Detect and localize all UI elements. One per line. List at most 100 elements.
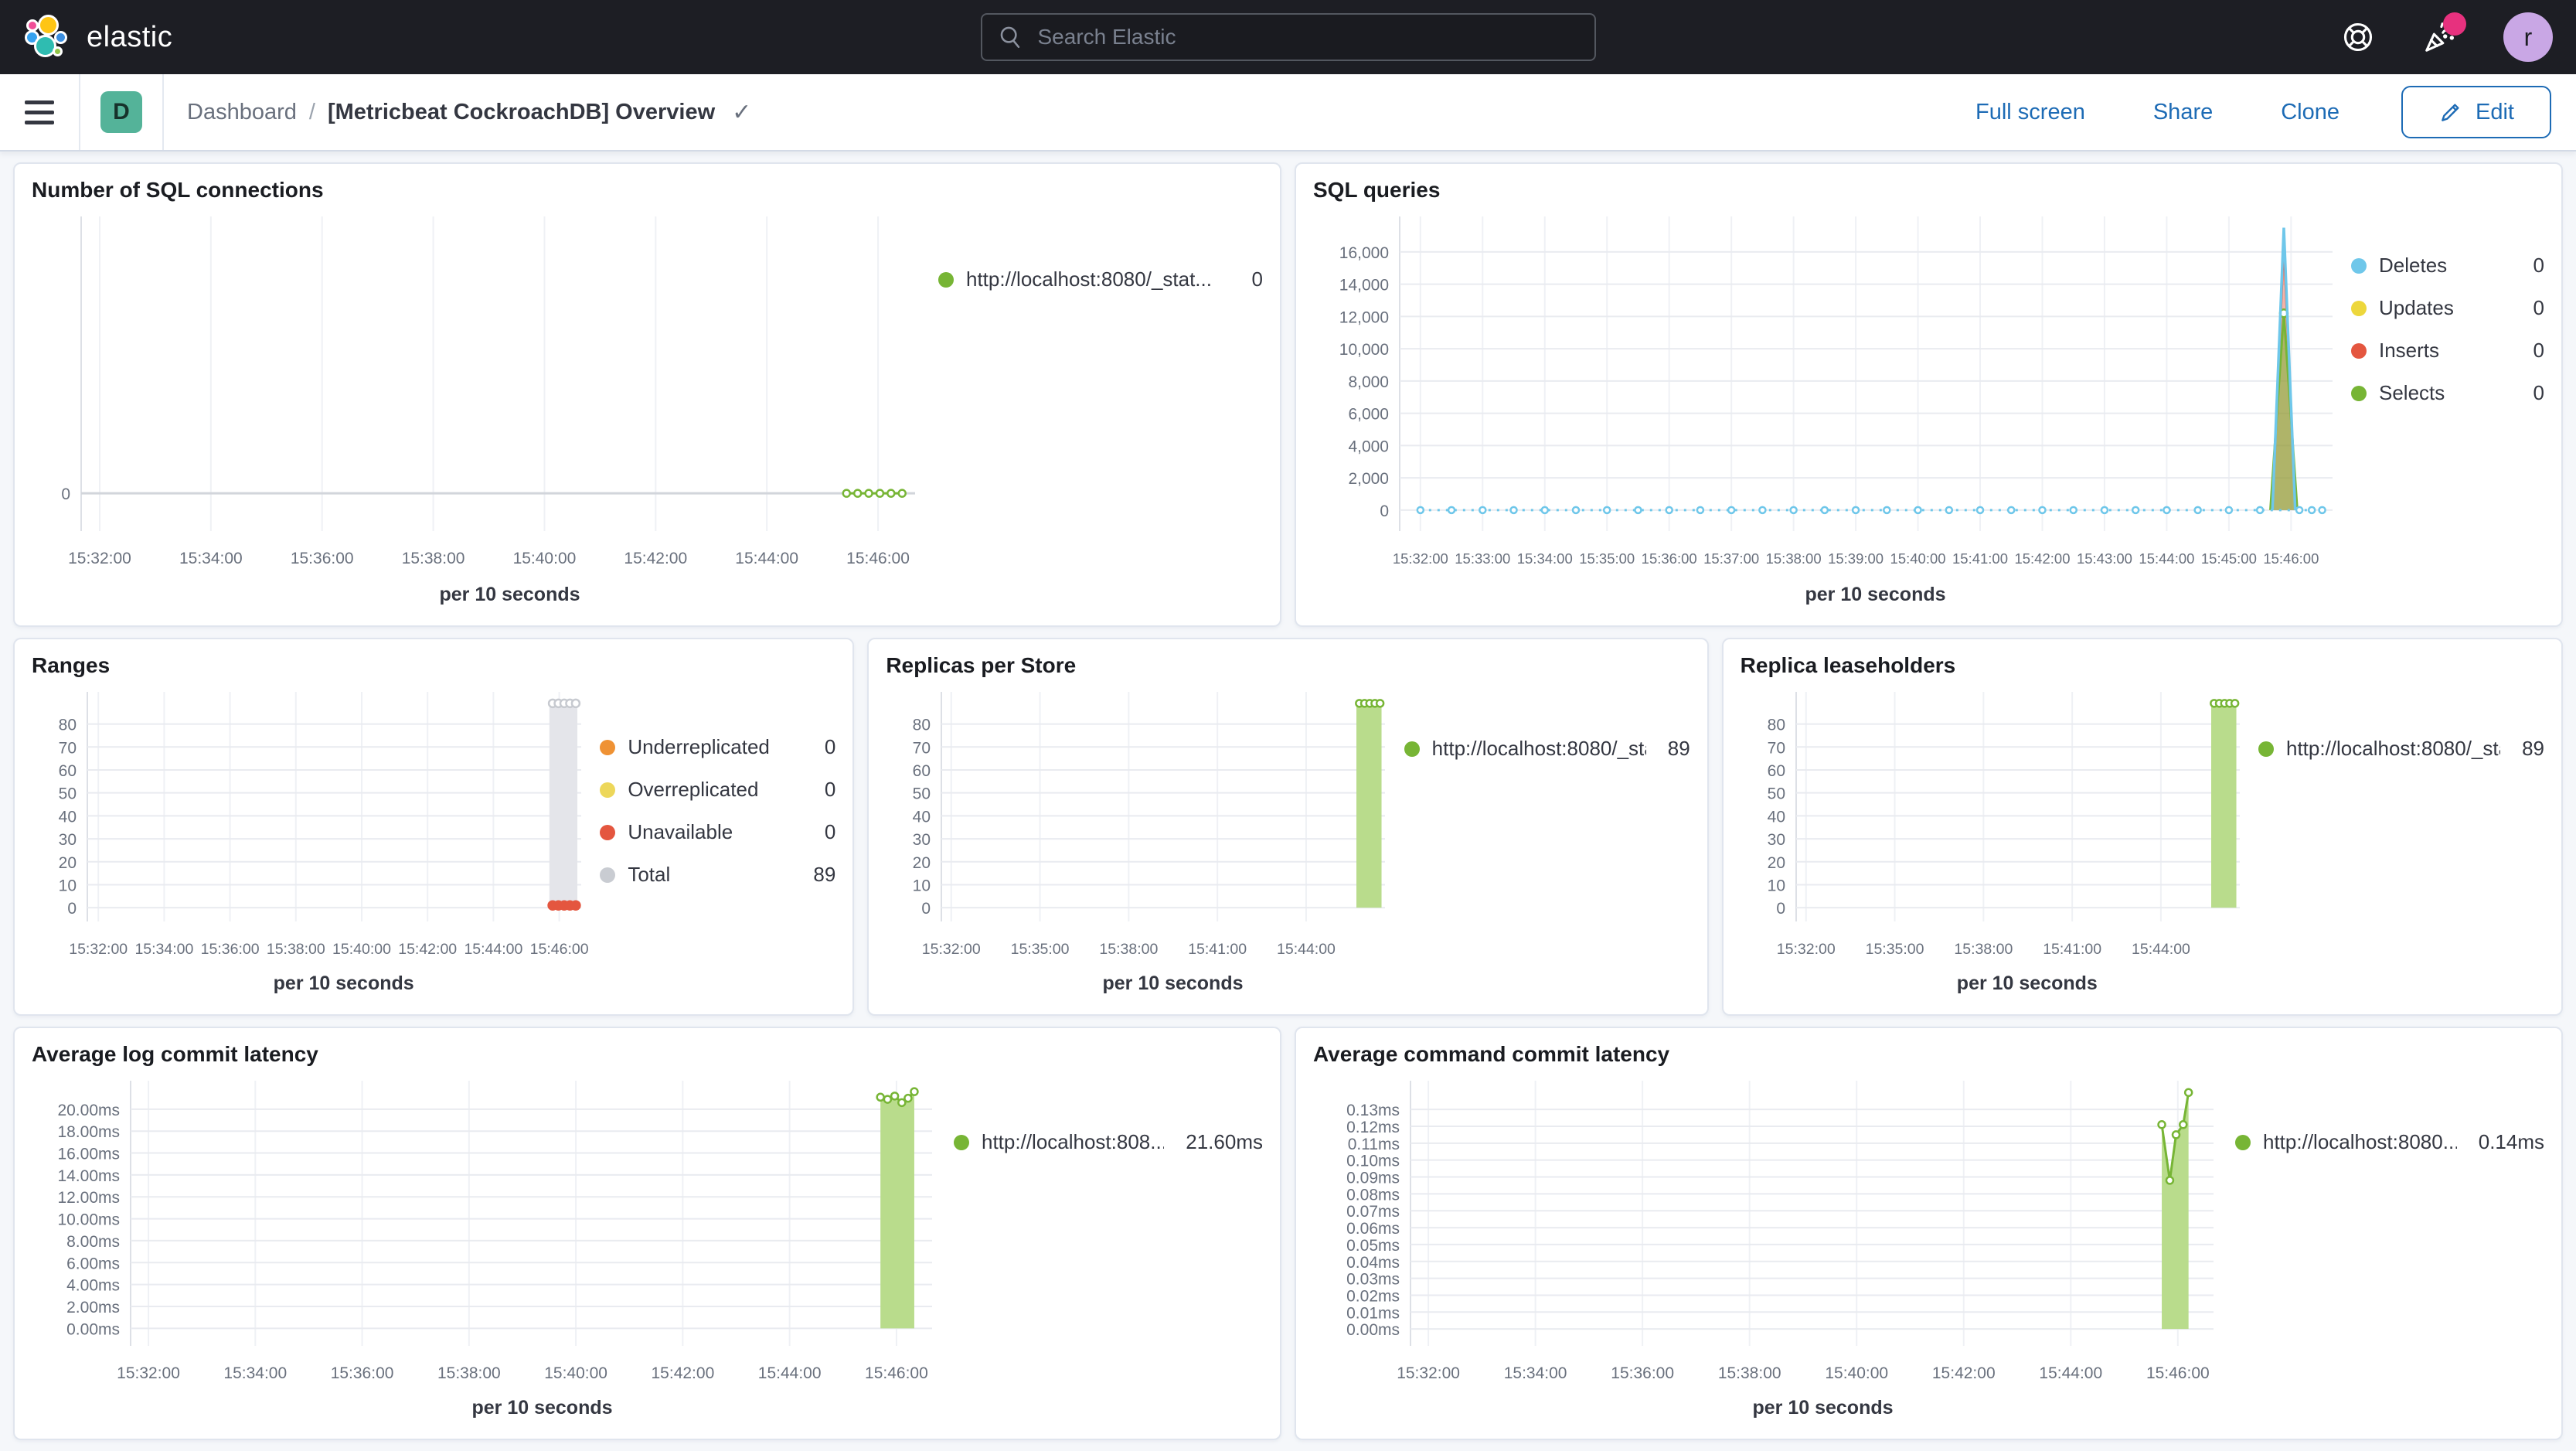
svg-text:15:38:00: 15:38:00 — [1718, 1364, 1781, 1382]
menu-icon[interactable] — [0, 74, 79, 150]
legend-label: Selects — [2379, 381, 2445, 404]
share-button[interactable]: Share — [2119, 100, 2247, 125]
elastic-logo[interactable]: elastic — [25, 15, 172, 60]
svg-text:60: 60 — [1767, 762, 1785, 780]
svg-text:10: 10 — [913, 877, 931, 894]
avatar[interactable]: r — [2503, 12, 2553, 62]
svg-text:15:34:00: 15:34:00 — [134, 941, 193, 958]
page-title: [Metricbeat CockroachDB] Overview — [327, 99, 716, 124]
svg-text:15:45:00: 15:45:00 — [2201, 550, 2257, 567]
svg-text:18.00ms: 18.00ms — [57, 1123, 120, 1141]
svg-text:60: 60 — [59, 762, 77, 780]
legend-item[interactable]: Updates 0 — [2351, 296, 2544, 320]
edit-button-label: Edit — [2476, 99, 2514, 124]
svg-text:15:32:00: 15:32:00 — [68, 550, 131, 567]
svg-text:16.00ms: 16.00ms — [57, 1146, 120, 1163]
clone-button[interactable]: Clone — [2247, 100, 2374, 125]
legend-value: 89 — [2522, 737, 2544, 760]
svg-text:6,000: 6,000 — [1348, 406, 1389, 424]
svg-text:40: 40 — [913, 808, 931, 826]
series-color-dot — [600, 824, 616, 840]
legend-value: 0 — [824, 778, 836, 801]
edit-button[interactable]: Edit — [2401, 86, 2551, 138]
svg-text:15:44:00: 15:44:00 — [2039, 1364, 2102, 1382]
legend-item[interactable]: http://localhost:8080/_sta... 89 — [2258, 737, 2544, 761]
legend-item[interactable]: Unavailable 0 — [600, 820, 835, 844]
legend-label: Underreplicated — [628, 735, 770, 758]
dashboard-app-badge: D — [100, 91, 142, 133]
legend-item[interactable]: http://localhost:808... 21.60ms — [954, 1130, 1263, 1154]
panel-average-log-commit-latency: Average log commit latency 15:32:00 15:34… — [13, 1027, 1281, 1440]
legend-item[interactable]: Deletes 0 — [2351, 254, 2544, 278]
legend-item[interactable]: Selects 0 — [2351, 381, 2544, 405]
chart-canvas[interactable]: 15:32:00 15:35:00 15:38:00 15:41:00 15:44:00… — [1741, 681, 2258, 972]
legend-label: Total — [628, 863, 671, 886]
svg-text:15:33:00: 15:33:00 — [1455, 550, 1510, 567]
svg-text:0.06ms: 0.06ms — [1346, 1220, 1400, 1238]
breadcrumb-dashboard-link[interactable]: Dashboard — [187, 100, 297, 125]
chart-canvas[interactable]: 15:32:00 15:33:00 15:34:00 15:35:00 15:36:00… — [1313, 206, 2351, 584]
search-input[interactable]: Search Elastic — [980, 13, 1596, 61]
legend-item[interactable]: Inserts 0 — [2351, 339, 2544, 363]
svg-text:15:35:00: 15:35:00 — [1865, 941, 1924, 958]
svg-text:15:39:00: 15:39:00 — [1828, 550, 1884, 567]
svg-text:15:32:00: 15:32:00 — [69, 941, 128, 958]
full-screen-button[interactable]: Full screen — [1941, 100, 2119, 125]
svg-text:15:34:00: 15:34:00 — [179, 550, 243, 567]
help-icon[interactable] — [2339, 19, 2377, 56]
svg-text:15:42:00: 15:42:00 — [2014, 550, 2070, 567]
chart-canvas[interactable]: 15:32:00 15:34:00 15:36:00 15:38:00 15:40:00… — [32, 206, 938, 584]
svg-text:15:46:00: 15:46:00 — [2263, 550, 2319, 567]
elastic-logo-icon — [25, 15, 70, 60]
svg-text:10,000: 10,000 — [1339, 341, 1389, 359]
svg-text:50: 50 — [1767, 785, 1785, 803]
x-axis-title: per 10 seconds — [273, 972, 414, 994]
legend-item[interactable]: http://localhost:8080/_sta... 89 — [1404, 737, 1690, 761]
svg-text:70: 70 — [913, 739, 931, 757]
legend-value: 0 — [2533, 381, 2544, 404]
chart-canvas[interactable]: 15:32:00 15:34:00 15:36:00 15:38:00 15:40:00… — [32, 681, 600, 972]
chart-legend: http://localhost:8080/_stat... 0 — [938, 206, 1263, 619]
avatar-initial: r — [2523, 22, 2533, 51]
legend-item[interactable]: Total 89 — [600, 863, 835, 887]
svg-text:15:38:00: 15:38:00 — [437, 1364, 501, 1382]
svg-text:20: 20 — [1767, 854, 1785, 872]
x-axis-title: per 10 seconds — [471, 1397, 613, 1419]
legend-value: 0 — [2533, 254, 2544, 277]
svg-text:14.00ms: 14.00ms — [57, 1167, 120, 1185]
svg-text:15:38:00: 15:38:00 — [267, 941, 325, 958]
series-color-dot — [2351, 385, 2367, 401]
series-color-dot — [2351, 342, 2367, 359]
svg-text:15:40:00: 15:40:00 — [1890, 550, 1946, 567]
svg-text:15:35:00: 15:35:00 — [1579, 550, 1635, 567]
legend-label: Overreplicated — [628, 778, 759, 801]
svg-text:80: 80 — [913, 717, 931, 734]
legend-item[interactable]: Overreplicated 0 — [600, 778, 835, 802]
legend-item[interactable]: http://localhost:8080/_stat... 0 — [938, 267, 1263, 291]
breadcrumb-separator: / — [308, 99, 315, 124]
svg-text:4,000: 4,000 — [1348, 438, 1389, 455]
dashboard-grid: Number of SQL connections 15:32:00 15:34:… — [0, 152, 2576, 1451]
series-color-dot — [1404, 741, 1420, 757]
svg-text:15:43:00: 15:43:00 — [2077, 550, 2132, 567]
svg-text:15:32:00: 15:32:00 — [1776, 941, 1835, 958]
divider — [162, 74, 164, 150]
chart-canvas[interactable]: 15:32:00 15:35:00 15:38:00 15:41:00 15:44:00… — [886, 681, 1404, 972]
svg-text:0.01ms: 0.01ms — [1346, 1304, 1400, 1322]
panel-sql-queries: SQL queries 15:32:00 15:33:00 15:34:00 15:3… — [1295, 162, 2563, 627]
series-color-dot — [600, 867, 616, 883]
svg-text:60: 60 — [913, 762, 931, 780]
svg-text:30: 30 — [1767, 831, 1785, 849]
svg-text:2.00ms: 2.00ms — [66, 1299, 120, 1316]
svg-text:15:34:00: 15:34:00 — [1517, 550, 1573, 567]
legend-item[interactable]: http://localhost:8080... 0.14ms — [2235, 1130, 2544, 1154]
svg-text:0.00ms: 0.00ms — [1346, 1321, 1400, 1339]
series-color-dot — [2258, 741, 2274, 757]
legend-label: Unavailable — [628, 820, 733, 843]
chart-canvas[interactable]: 15:32:00 15:34:00 15:36:00 15:38:00 15:40:00… — [1313, 1070, 2235, 1397]
chart-canvas[interactable]: 15:32:00 15:34:00 15:36:00 15:38:00 15:40:00… — [32, 1070, 954, 1397]
divider — [79, 74, 80, 150]
newsfeed-icon[interactable] — [2421, 12, 2466, 56]
legend-item[interactable]: Underreplicated 0 — [600, 735, 835, 759]
legend-label: Updates — [2379, 296, 2454, 319]
